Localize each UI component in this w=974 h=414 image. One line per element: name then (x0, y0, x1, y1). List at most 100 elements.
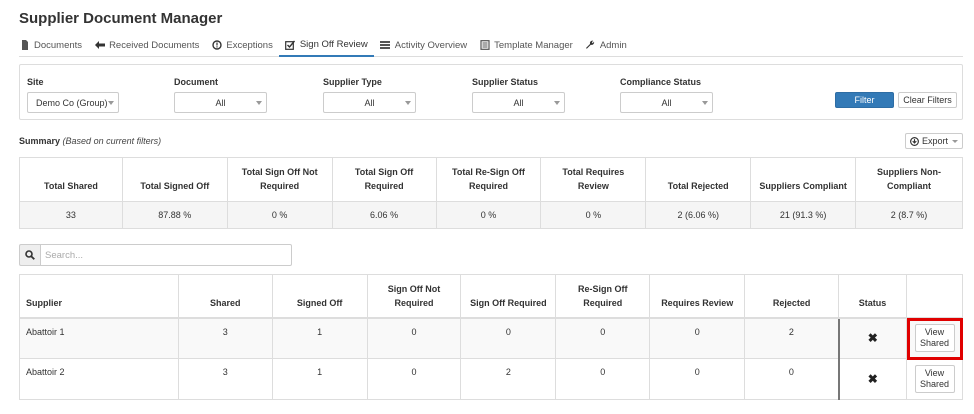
summary-header: Suppliers Compliant (750, 157, 857, 202)
summary-header: Total Shared (19, 157, 123, 202)
rejected-count: 2 (744, 317, 840, 359)
export-label: Export (921, 136, 948, 146)
summary-header-row: Total Shared Total Signed Off Total Sign… (19, 157, 963, 202)
summary-heading: Summary (Based on current filters) (19, 136, 161, 146)
download-circle-icon (910, 136, 919, 146)
summary-subtitle: (Based on current filters) (62, 136, 162, 146)
summary-value: 6.06 % (331, 201, 437, 229)
summary-header: Total Sign Off Required (331, 157, 437, 202)
column-header: Sign Off Required (460, 274, 557, 319)
table-row: Abattoir 2 3 1 0 2 0 0 0 ✖ View Shared (19, 358, 963, 400)
tab-label: Admin (599, 39, 627, 51)
summary-header: Suppliers Non-Compliant (855, 157, 963, 202)
tab-label: Sign Off Review (299, 39, 368, 50)
document-value: All (215, 97, 226, 108)
column-header: Sign Off Not Required (366, 274, 462, 319)
status-cell: ✖ (837, 317, 907, 359)
tab-sign-off-review[interactable]: Sign Off Review (278, 34, 374, 57)
action-cell: View Shared (906, 358, 963, 400)
summary-header: Total Sign Off Not Required (226, 157, 333, 202)
chevron-down-icon (554, 101, 560, 105)
filter-panel: Site Demo Co (Group) Document All Suppli… (19, 64, 963, 120)
main-nav: Documents Received Documents Exceptions … (19, 34, 963, 57)
document-label: Document (174, 77, 219, 87)
action-cell: View Shared (906, 317, 963, 359)
search-input[interactable] (40, 244, 292, 266)
summary-table: Total Shared Total Signed Off Total Sign… (19, 157, 963, 229)
wrench-icon (585, 40, 596, 51)
supplier-name: Abattoir 2 (19, 358, 179, 400)
tab-exceptions[interactable]: Exceptions (205, 34, 278, 56)
export-button[interactable]: Export (905, 133, 963, 149)
chevron-down-icon (952, 139, 958, 143)
not-required-count: 0 (366, 317, 462, 359)
signed-off-count: 1 (271, 358, 368, 400)
tab-label: Template Manager (494, 39, 573, 51)
shared-count: 3 (177, 317, 273, 359)
tab-admin[interactable]: Admin (579, 34, 633, 56)
x-icon: ✖ (867, 331, 878, 346)
site-select[interactable]: Demo Co (Group) (27, 92, 119, 113)
view-shared-button[interactable]: View Shared (914, 324, 955, 353)
summary-value: 0 % (435, 201, 542, 229)
summary-value: 2 (8.7 %) (855, 201, 963, 229)
supplier-header-row: Supplier Shared Signed Off Sign Off Not … (19, 274, 963, 319)
summary-header: Total Re-Sign Off Required (435, 157, 542, 202)
column-header: Rejected (744, 274, 840, 319)
rejected-count: 0 (744, 358, 840, 400)
search-bar (19, 244, 292, 266)
column-header (906, 274, 963, 319)
exclamation-circle-icon (211, 40, 222, 51)
site-value: Demo Co (Group) (36, 97, 108, 108)
tab-documents[interactable]: Documents (19, 34, 88, 56)
tab-template-manager[interactable]: Template Manager (473, 34, 579, 56)
tab-received-documents[interactable]: Received Documents (88, 34, 205, 56)
tab-label: Received Documents (109, 39, 200, 51)
app-title: Supplier Document Manager (19, 10, 223, 27)
chevron-down-icon (405, 101, 411, 105)
template-icon (479, 40, 490, 51)
summary-value: 87.88 % (121, 201, 228, 229)
re-sign-count: 0 (555, 358, 651, 400)
document-icon (19, 40, 30, 51)
supplier-status-value: All (513, 97, 524, 108)
review-count: 0 (649, 317, 746, 359)
compliance-status-value: All (661, 97, 672, 108)
supplier-type-value: All (364, 97, 375, 108)
column-header: Status (838, 274, 907, 319)
summary-values-row: 33 87.88 % 0 % 6.06 % 0 % 0 % 2 (6.06 %)… (19, 201, 963, 229)
document-select[interactable]: All (174, 92, 267, 113)
filter-button[interactable]: Filter (835, 92, 894, 108)
tab-label: Documents (34, 39, 83, 51)
chevron-down-icon (256, 101, 262, 105)
compliance-status-select[interactable]: All (620, 92, 713, 113)
summary-value: 33 (19, 201, 123, 229)
list-icon (380, 40, 391, 51)
column-header: Supplier (19, 274, 179, 319)
column-header: Requires Review (649, 274, 746, 319)
summary-value: 2 (6.06 %) (645, 201, 752, 229)
supplier-status-label: Supplier Status (472, 77, 539, 87)
summary-header: Total Signed Off (121, 157, 228, 202)
re-sign-count: 0 (555, 317, 651, 359)
required-count: 2 (460, 358, 557, 400)
column-header: Re-Sign Off Required (555, 274, 651, 319)
signed-off-count: 1 (271, 317, 368, 359)
view-shared-button[interactable]: View Shared (914, 365, 955, 393)
shared-count: 3 (177, 358, 273, 400)
check-square-icon (285, 39, 296, 50)
not-required-count: 0 (366, 358, 462, 400)
required-count: 0 (460, 317, 557, 359)
status-cell: ✖ (837, 358, 907, 400)
supplier-type-select[interactable]: All (323, 92, 416, 113)
column-header: Signed Off (271, 274, 368, 319)
supplier-name: Abattoir 1 (19, 317, 179, 359)
tab-activity-overview[interactable]: Activity Overview (374, 34, 473, 56)
summary-value: 0 % (226, 201, 333, 229)
clear-filters-button[interactable]: Clear Filters (898, 92, 957, 108)
tab-label: Exceptions (226, 39, 273, 51)
site-label: Site (27, 77, 44, 87)
search-icon (19, 244, 40, 266)
column-header: Shared (177, 274, 273, 319)
supplier-status-select[interactable]: All (472, 92, 565, 113)
